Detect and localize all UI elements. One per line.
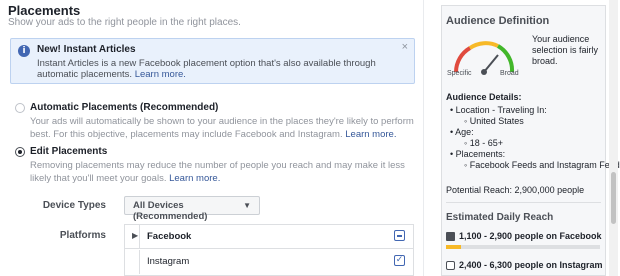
detail-age-value-text: 18 - 65+ [469, 138, 503, 148]
audience-description: Your audience selection is fairly broad. [532, 34, 599, 66]
reach-text-facebook: 1,100 - 2,900 people on Facebook [459, 231, 602, 241]
gauge-pivot [481, 69, 487, 75]
detail-location-value-text: United States [469, 116, 524, 126]
close-icon[interactable]: × [402, 41, 408, 53]
reach-bar-fill [446, 245, 462, 249]
scrollbar-track[interactable] [609, 0, 618, 276]
reach-text-instagram: 2,400 - 6,300 people on Instagram [459, 260, 603, 270]
divider [139, 225, 140, 249]
daily-reach-title: Estimated Daily Reach [446, 212, 554, 223]
detail-location: • Location - Traveling In: [450, 105, 547, 115]
detail-age-text: Age: [455, 127, 474, 137]
detail-placements-value-text: Facebook Feeds and Instagram Feed [469, 160, 620, 170]
platform-row-facebook[interactable]: ▶ Facebook [125, 225, 413, 249]
detail-placements-text: Placements: [455, 149, 506, 159]
divider [139, 250, 140, 274]
audience-definition-panel: Audience Definition Specific Broad Your … [441, 5, 620, 276]
scrollbar-thumb[interactable] [611, 172, 616, 224]
divider [446, 202, 601, 203]
section-subtitle: Show your ads to the right people in the… [8, 17, 241, 28]
platforms-label: Platforms [59, 230, 106, 241]
detail-placements: • Placements: [450, 149, 506, 159]
automatic-placements-desc: Your ads will automatically be shown to … [30, 115, 425, 141]
edit-learn-more-link[interactable]: Learn more. [169, 173, 220, 184]
automatic-placements-label[interactable]: Automatic Placements (Recommended) [30, 102, 218, 113]
banner-learn-more-link[interactable]: Learn more. [135, 69, 186, 80]
detail-location-value: ◦ United States [464, 116, 524, 126]
gauge-broad-label: Broad [500, 70, 519, 77]
expand-arrow-icon[interactable]: ▶ [132, 231, 138, 240]
edit-placements-label[interactable]: Edit Placements [30, 146, 107, 157]
instagram-icon [446, 261, 455, 270]
audience-title: Audience Definition [446, 15, 550, 27]
gauge-needle [483, 54, 499, 73]
platform-name-instagram: Instagram [147, 256, 190, 267]
chevron-down-icon: ▼ [243, 201, 251, 210]
platform-row-instagram[interactable]: Instagram ✓ [125, 250, 413, 274]
banner-text: Instant Articles is a new Facebook place… [37, 58, 387, 80]
device-types-dropdown[interactable]: All Devices (Recommended) ▼ [124, 196, 260, 222]
detail-age: • Age: [450, 127, 474, 137]
edit-placements-radio[interactable] [15, 147, 25, 157]
edit-placements-desc: Removing placements may reduce the numbe… [30, 159, 425, 185]
detail-placements-value: ◦ Facebook Feeds and Instagram Feed [464, 160, 620, 170]
banner-title: New! Instant Articles [37, 44, 136, 55]
facebook-checkbox[interactable] [394, 230, 405, 241]
instagram-checkbox[interactable]: ✓ [394, 255, 405, 266]
facebook-icon [446, 232, 455, 241]
reach-bar-facebook [446, 245, 600, 249]
device-types-label: Device Types [42, 200, 106, 211]
section-title: Placements [8, 3, 81, 18]
gauge-specific-label: Specific [447, 70, 472, 77]
audience-details-title: Audience Details: [446, 92, 522, 102]
instant-articles-banner: i New! Instant Articles Instant Articles… [10, 38, 415, 84]
banner-body: Instant Articles is a new Facebook place… [37, 58, 376, 80]
platforms-list: ▶ Facebook Instagram ✓ [124, 224, 414, 276]
automatic-learn-more-link[interactable]: Learn more. [345, 129, 396, 140]
platform-name-facebook: Facebook [147, 231, 192, 242]
info-icon: i [18, 45, 30, 57]
detail-age-value: ◦ 18 - 65+ [464, 138, 503, 148]
detail-location-text: Location - Traveling In: [455, 105, 547, 115]
device-types-value: All Devices (Recommended) [133, 200, 208, 222]
placements-panel: Placements Show your ads to the right pe… [0, 0, 423, 276]
potential-reach: Potential Reach: 2,900,000 people [446, 185, 585, 195]
automatic-placements-radio[interactable] [15, 103, 25, 113]
panel-divider [423, 0, 424, 276]
